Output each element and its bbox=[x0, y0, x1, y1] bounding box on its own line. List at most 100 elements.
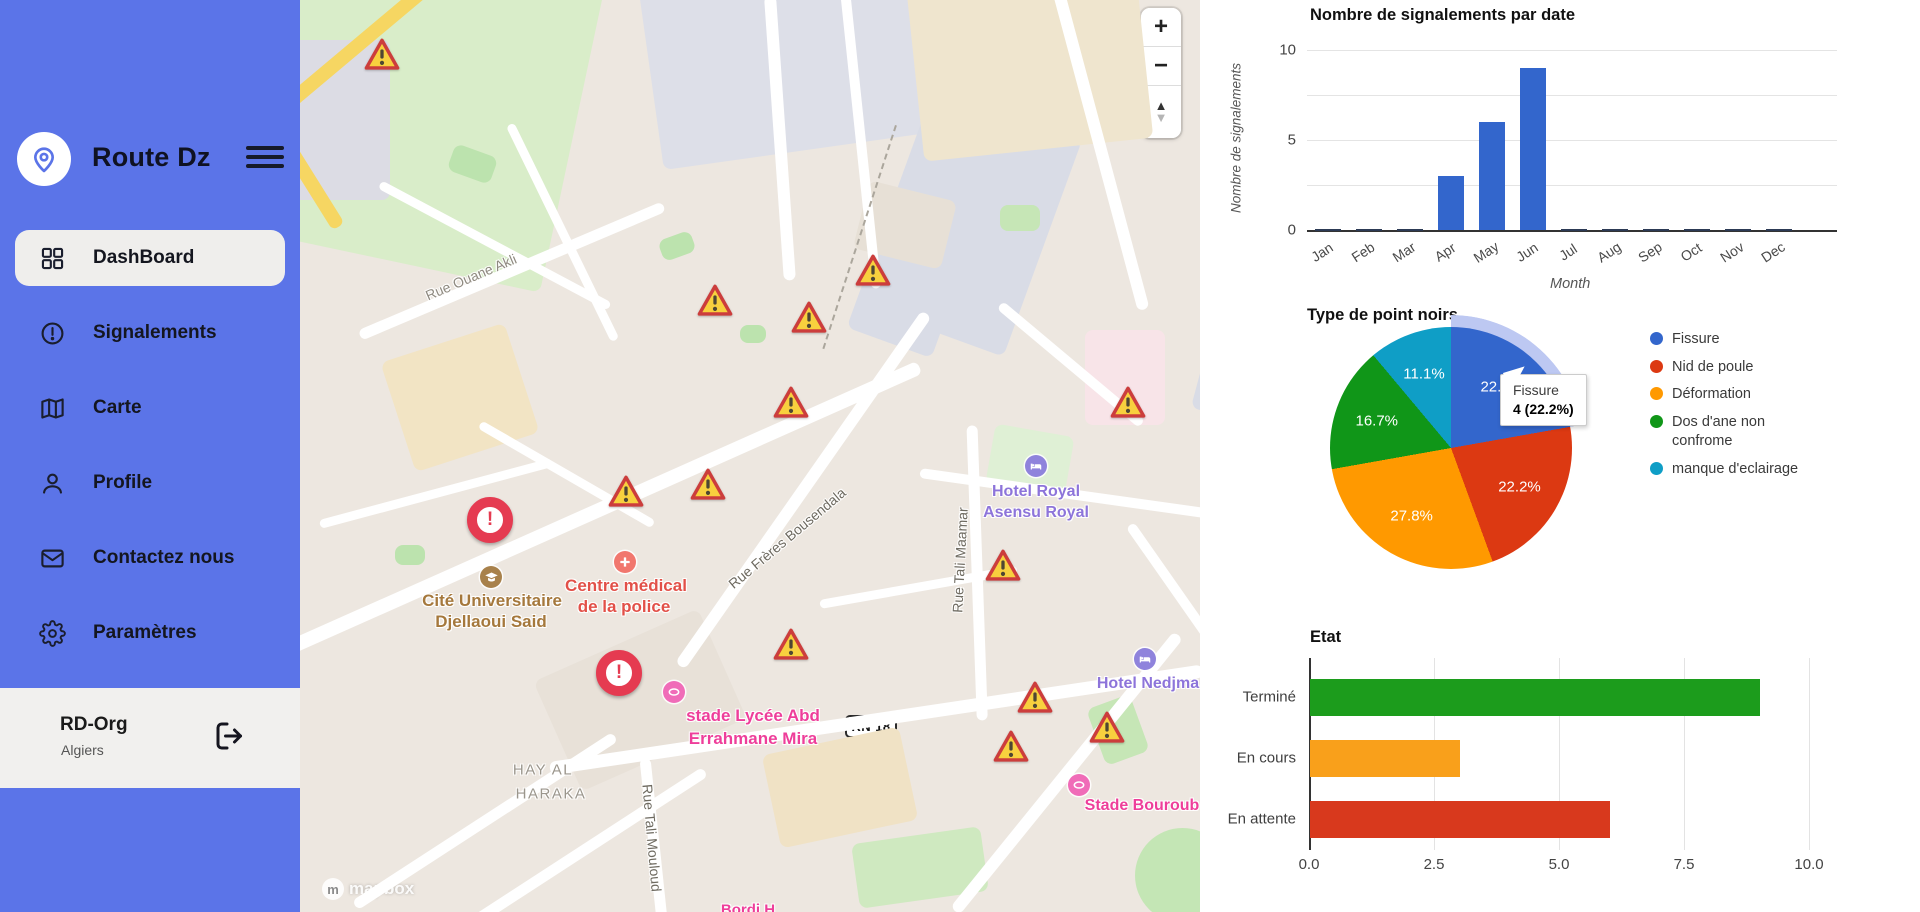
map-canvas[interactable]: RN 18 + − ▲ ▼ m mapbox i Rue Ouane AkliC… bbox=[300, 0, 1200, 912]
map-label: Centre médical bbox=[565, 576, 687, 596]
pie-slice-label: 22.2% bbox=[1498, 479, 1541, 496]
legend-item[interactable]: manque d'eclairage bbox=[1650, 460, 1840, 480]
hbar-value[interactable] bbox=[1310, 679, 1760, 716]
hbar-value[interactable] bbox=[1310, 740, 1460, 777]
warning-marker[interactable] bbox=[993, 730, 1029, 768]
app-logo-icon bbox=[17, 132, 71, 186]
map-zone bbox=[657, 230, 696, 262]
lodging-icon[interactable] bbox=[1025, 455, 1047, 477]
warning-marker[interactable] bbox=[985, 549, 1021, 587]
brand-header: Route Dz bbox=[0, 130, 300, 194]
lodging-icon[interactable] bbox=[1134, 648, 1156, 670]
map-zone bbox=[740, 325, 766, 343]
warning-marker[interactable] bbox=[791, 301, 827, 339]
pie-chart[interactable] bbox=[1330, 327, 1572, 569]
map-label: Djellaoui Said bbox=[435, 612, 546, 632]
hbar-x-tick: 10.0 bbox=[1794, 856, 1823, 873]
bar-month-label: Dec bbox=[1758, 239, 1788, 266]
logout-icon[interactable] bbox=[212, 718, 248, 754]
hbar-value[interactable] bbox=[1310, 801, 1610, 838]
bar-value[interactable] bbox=[1479, 122, 1505, 230]
university-icon[interactable] bbox=[480, 566, 502, 588]
hbar-row-label: En cours bbox=[1237, 750, 1296, 767]
map-road bbox=[1126, 522, 1200, 651]
legend-item[interactable]: Nid de poule bbox=[1650, 358, 1840, 378]
bar-value[interactable] bbox=[1438, 176, 1464, 230]
bar-gridline bbox=[1307, 95, 1837, 96]
warning-marker[interactable] bbox=[690, 468, 726, 506]
map-label: de la police bbox=[578, 597, 671, 617]
map-label: Bordj H bbox=[721, 902, 775, 912]
sidebar: Route Dz DashBoard Signalements Carte Profi… bbox=[0, 0, 300, 912]
hbar-x-tick: 7.5 bbox=[1674, 856, 1695, 873]
bar-zero-mark bbox=[1356, 229, 1382, 231]
sidebar-item-parametres[interactable]: Paramètres bbox=[15, 605, 285, 661]
map-label: Stade Bouroub bbox=[1085, 797, 1200, 815]
legend-item[interactable]: Dos d'ane non confrome bbox=[1650, 413, 1840, 452]
sidebar-item-dashboard[interactable]: DashBoard bbox=[15, 230, 285, 286]
gear-icon bbox=[39, 620, 66, 647]
legend-label: Fissure bbox=[1672, 330, 1720, 350]
user-icon bbox=[39, 470, 66, 497]
menu-icon[interactable] bbox=[246, 146, 284, 174]
user-card[interactable]: RD-Org Algiers bbox=[0, 688, 300, 788]
map-zone bbox=[395, 545, 425, 565]
bar-y-tick: 10 bbox=[1279, 42, 1296, 59]
bar-y-tick: 0 bbox=[1288, 222, 1296, 239]
alert-marker[interactable]: ! bbox=[596, 650, 642, 696]
warning-marker[interactable] bbox=[608, 475, 644, 513]
bar-zero-mark bbox=[1602, 229, 1628, 231]
bar-month-label: Aug bbox=[1594, 239, 1624, 266]
bar-chart-xlabel: Month bbox=[1550, 276, 1590, 292]
hbar-x-tick: 2.5 bbox=[1424, 856, 1445, 873]
sidebar-item-carte[interactable]: Carte bbox=[15, 380, 285, 436]
sidebar-item-profile[interactable]: Profile bbox=[15, 455, 285, 511]
medical-cross-icon[interactable] bbox=[614, 551, 636, 573]
legend-label: Déformation bbox=[1672, 385, 1751, 405]
pie-tooltip: Fissure 4 (22.2%) bbox=[1500, 374, 1587, 426]
map-zone bbox=[1000, 205, 1040, 231]
warning-marker[interactable] bbox=[773, 386, 809, 424]
warning-marker[interactable] bbox=[364, 38, 400, 76]
bar-chart-title: Nombre de signalements par date bbox=[1310, 6, 1575, 25]
map-road bbox=[319, 458, 553, 529]
warning-marker[interactable] bbox=[1110, 386, 1146, 424]
bar-zero-mark bbox=[1397, 229, 1423, 231]
charts-panel: Nombre de signalements par date Nombre d… bbox=[1200, 0, 1920, 912]
stadium-icon[interactable] bbox=[1068, 774, 1090, 796]
zoom-in-button[interactable]: + bbox=[1141, 8, 1181, 46]
sidebar-item-label: DashBoard bbox=[93, 247, 194, 269]
stadium-icon[interactable] bbox=[663, 681, 685, 703]
map-zone bbox=[1191, 292, 1200, 429]
pie-slice-label: 11.1% bbox=[1403, 365, 1444, 382]
sidebar-item-label: Contactez nous bbox=[93, 547, 234, 569]
sidebar-item-signalements[interactable]: Signalements bbox=[15, 305, 285, 361]
map-label: HARAKA bbox=[516, 786, 587, 803]
legend-bullet bbox=[1650, 332, 1663, 345]
bar-zero-mark bbox=[1315, 229, 1341, 231]
legend-label: Dos d'ane non confrome bbox=[1672, 413, 1822, 452]
bar-value[interactable] bbox=[1520, 68, 1546, 230]
bar-gridline bbox=[1307, 185, 1837, 186]
warning-marker[interactable] bbox=[1017, 681, 1053, 719]
legend-item[interactable]: Fissure bbox=[1650, 330, 1840, 350]
bar-zero-mark bbox=[1561, 229, 1587, 231]
sidebar-item-contactez-nous[interactable]: Contactez nous bbox=[15, 530, 285, 586]
warning-marker[interactable] bbox=[1089, 711, 1125, 749]
warning-marker[interactable] bbox=[697, 284, 733, 322]
bar-gridline bbox=[1307, 50, 1837, 51]
map-road bbox=[352, 732, 618, 910]
warning-marker[interactable] bbox=[773, 628, 809, 666]
legend-item[interactable]: Déformation bbox=[1650, 385, 1840, 405]
hbar-gridline bbox=[1809, 658, 1810, 850]
legend-bullet bbox=[1650, 387, 1663, 400]
user-location: Algiers bbox=[61, 742, 104, 758]
alert-marker[interactable]: ! bbox=[467, 497, 513, 543]
map-label: Asensu Royal bbox=[983, 504, 1089, 522]
route-dz-dashboard: Route Dz DashBoard Signalements Carte Profi… bbox=[0, 0, 1920, 912]
bar-month-label: Nov bbox=[1717, 239, 1747, 266]
legend-bullet bbox=[1650, 462, 1663, 475]
compass-down-icon: ▼ bbox=[1155, 112, 1168, 124]
warning-marker[interactable] bbox=[855, 254, 891, 292]
map-label: Hotel Nedjma bbox=[1097, 675, 1199, 693]
